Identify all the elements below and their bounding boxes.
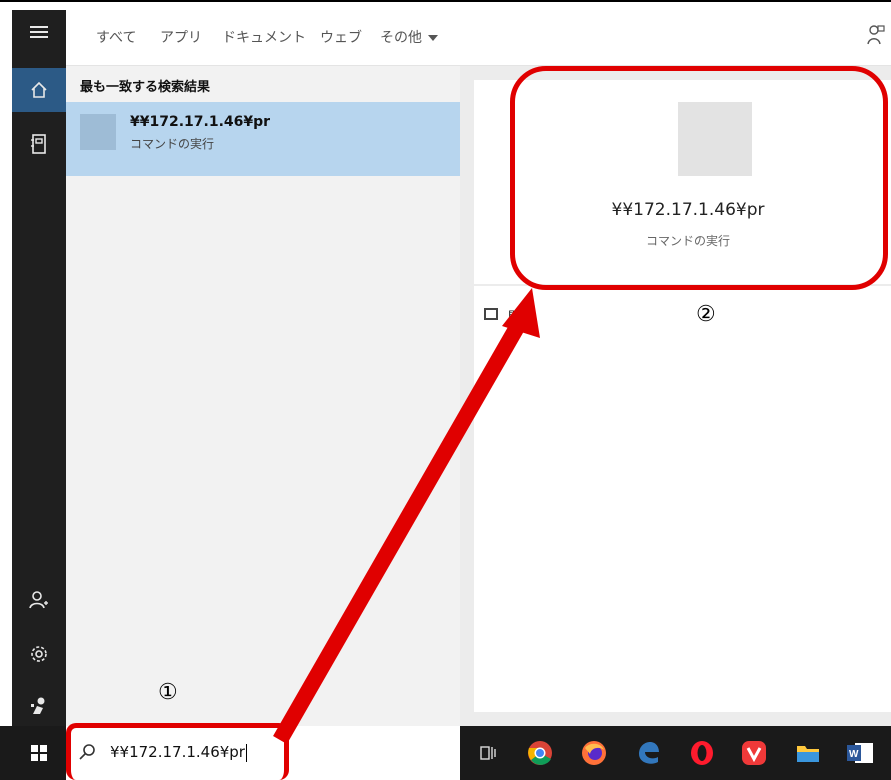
results-pane: 最も一致する検索結果 ¥¥172.17.1.46¥pr コマンドの実行 xyxy=(66,66,460,726)
preview-highlight xyxy=(510,66,888,290)
notebook-button[interactable] xyxy=(12,122,66,166)
best-match-result[interactable]: ¥¥172.17.1.46¥pr コマンドの実行 xyxy=(66,102,460,176)
start-left-rail xyxy=(12,10,66,780)
home-button[interactable] xyxy=(12,68,66,112)
step-marker-1: ① xyxy=(158,680,178,705)
chevron-down-icon xyxy=(428,35,438,41)
tab-all[interactable]: すべて xyxy=(96,27,136,47)
menu-button[interactable] xyxy=(12,10,66,54)
feedback-hub-button[interactable] xyxy=(867,24,885,50)
vivaldi-taskbar-button[interactable] xyxy=(740,739,768,767)
preview-actions: 開く xyxy=(474,286,891,712)
tab-more-label: その他 xyxy=(380,30,422,46)
result-title: ¥¥172.17.1.46¥pr xyxy=(130,114,271,130)
result-app-icon xyxy=(80,114,116,150)
search-box-highlight xyxy=(66,723,289,780)
feedback-person-icon xyxy=(867,25,885,45)
notebook-icon xyxy=(31,134,46,154)
search-filter-tabs: すべて アプリ ドキュメント ウェブ その他 xyxy=(66,10,891,66)
svg-text:W: W xyxy=(849,749,859,760)
edge-taskbar-button[interactable] xyxy=(634,739,662,767)
task-view-icon xyxy=(480,746,496,760)
result-subtitle: コマンドの実行 xyxy=(130,137,215,151)
start-button[interactable] xyxy=(12,726,66,780)
tab-more[interactable]: その他 xyxy=(380,27,438,47)
word-icon: W xyxy=(847,743,873,763)
file-explorer-taskbar-button[interactable] xyxy=(794,739,822,767)
step-marker-2: ② xyxy=(696,302,716,327)
tab-documents[interactable]: ドキュメント xyxy=(222,27,306,47)
firefox-taskbar-button[interactable] xyxy=(580,739,608,767)
task-view-button[interactable] xyxy=(474,739,502,767)
windows-start-icon xyxy=(31,745,47,761)
hamburger-icon xyxy=(30,26,48,38)
chrome-icon xyxy=(528,741,552,765)
file-explorer-icon xyxy=(797,746,819,762)
vivaldi-icon xyxy=(742,741,766,765)
settings-gear-icon xyxy=(31,646,47,662)
firefox-icon xyxy=(582,741,606,765)
account-button[interactable] xyxy=(12,578,66,622)
home-icon xyxy=(31,81,47,98)
account-add-icon xyxy=(29,591,48,609)
feedback-button[interactable] xyxy=(12,684,66,728)
tab-apps[interactable]: アプリ xyxy=(160,27,202,47)
edge-icon xyxy=(639,742,659,764)
tab-web[interactable]: ウェブ xyxy=(320,27,362,47)
settings-button[interactable] xyxy=(12,632,66,676)
chrome-taskbar-button[interactable] xyxy=(526,739,554,767)
open-action[interactable]: 開く xyxy=(508,306,534,325)
feedback-icon xyxy=(31,697,45,714)
open-icon xyxy=(484,308,498,320)
word-taskbar-button[interactable]: W xyxy=(846,739,874,767)
best-match-heading: 最も一致する検索結果 xyxy=(80,80,211,95)
opera-icon xyxy=(691,741,713,765)
opera-taskbar-button[interactable] xyxy=(688,739,716,767)
